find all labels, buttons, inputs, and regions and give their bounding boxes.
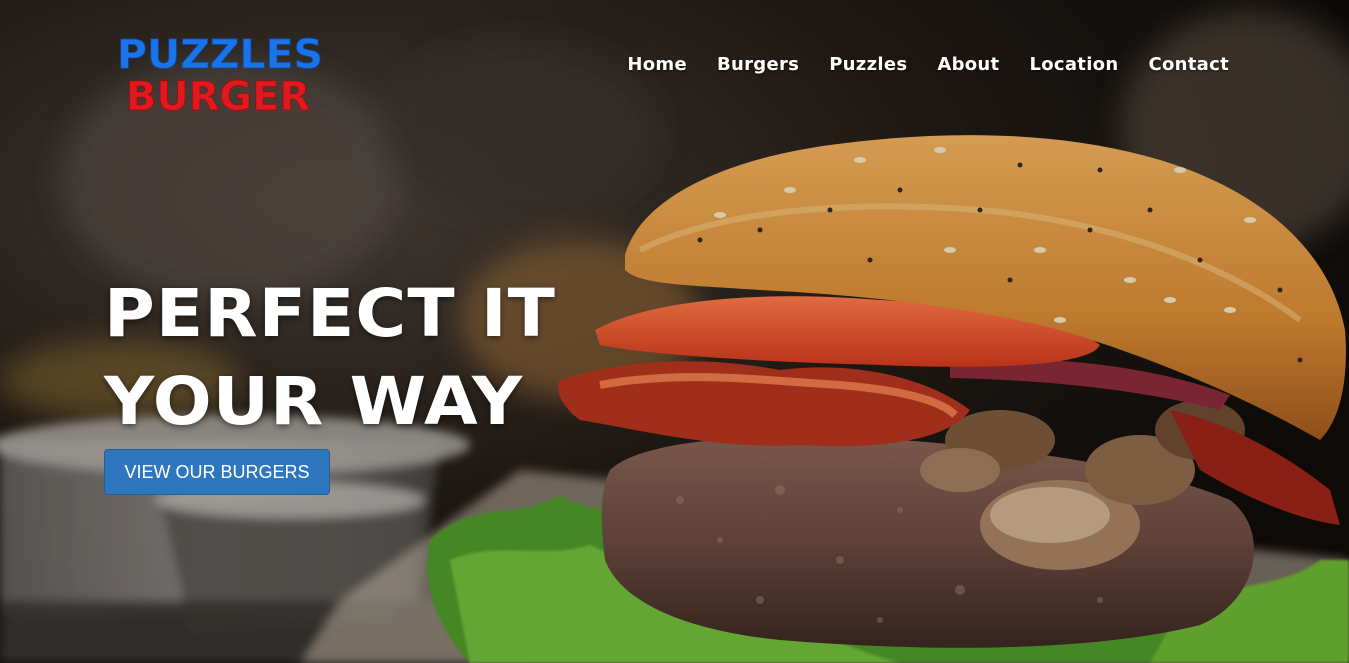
nav-location[interactable]: Location: [1029, 54, 1118, 75]
puzzles-burger-logo[interactable]: PUZZLES BURGER: [112, 30, 328, 126]
hero-headline-line2: your way: [104, 363, 524, 440]
nav-burgers[interactable]: Burgers: [717, 54, 799, 75]
nav-home[interactable]: Home: [627, 54, 687, 75]
svg-text:PUZZLES: PUZZLES: [117, 32, 323, 78]
nav-puzzles[interactable]: Puzzles: [829, 54, 907, 75]
hero-section: PUZZLES BURGER Home Burgers Puzzles Abou…: [0, 0, 1349, 663]
nav-contact[interactable]: Contact: [1148, 54, 1229, 75]
main-nav: Home Burgers Puzzles About Location Cont…: [627, 54, 1229, 75]
view-our-burgers-button[interactable]: VIEW OUR BURGERS: [104, 449, 330, 495]
svg-text:BURGER: BURGER: [126, 74, 310, 120]
hero-headline: Perfect it your way: [104, 270, 556, 446]
hero-headline-line1: Perfect it: [104, 275, 556, 352]
nav-about[interactable]: About: [937, 54, 999, 75]
